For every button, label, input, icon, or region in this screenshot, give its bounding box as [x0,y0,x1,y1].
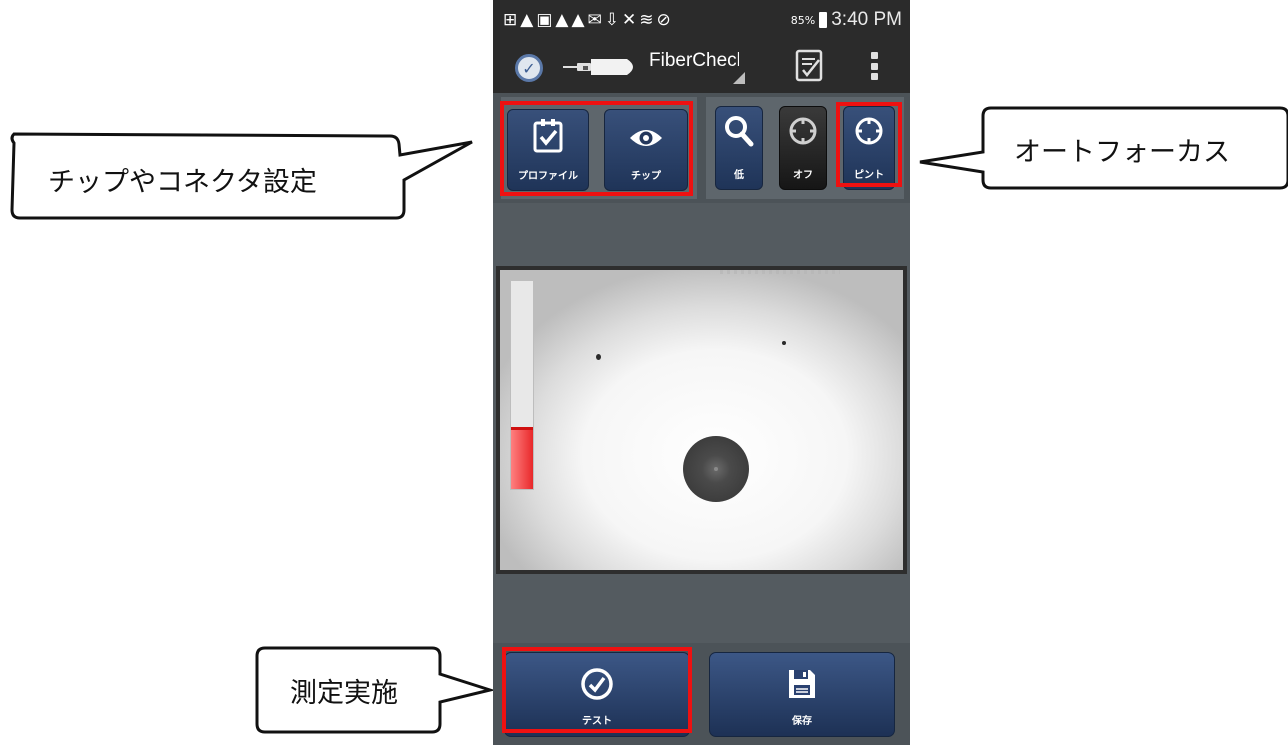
eye-icon [630,130,662,146]
fiber-core-center [714,467,718,471]
test-button[interactable]: テスト [504,652,690,737]
tip-button-label: チップ [631,171,661,182]
focus-button-label: ピント [854,170,884,181]
zoom-button-label: 低 [734,170,744,181]
dropdown-triangle-icon [733,72,745,84]
tip-button[interactable]: チップ [604,109,688,191]
status-bar: ⊞ ▲ ▣ ▲ ▲ ✉ ⇩ ✕ ≋ ⊘ 85% 3:40 PM [493,0,910,40]
app-title-dropdown[interactable]: FiberCheck [649,48,739,90]
scratch-mark [720,270,840,274]
test-button-label: テスト [582,716,612,727]
report-edit-icon[interactable] [795,48,825,82]
mute-icon: ✕ [622,10,637,30]
add-box-icon: ⊞ [503,10,518,30]
contamination-spot [782,341,786,345]
download-icon: ⇩ [604,10,620,30]
callout-chip-settings-text: チップやコネクタ設定 [48,167,317,198]
callout-run-test-text: 測定実施 [290,678,398,709]
auto-center-label: オフ [793,170,813,181]
mail-icon: ✉ [587,10,602,30]
magnifier-icon [725,116,754,147]
fiber-end-face-image [500,270,903,570]
auto-center-off-button[interactable]: オフ [779,106,827,190]
app-logo-check-icon[interactable]: ✓ [515,54,543,82]
status-icons: ⊞ ▲ ▣ ▲ ▲ ✉ ⇩ ✕ ≋ ⊘ [503,10,671,30]
warning-icon: ▲ [555,10,569,30]
probe-icon[interactable] [563,56,639,78]
blocked-icon: ⊘ [656,10,671,30]
warning-icon: ▲ [520,10,534,30]
zoom-low-button[interactable]: 低 [715,106,763,190]
profile-clipboard-icon [533,119,563,153]
warning-icon: ▲ [571,10,585,30]
focus-level-fill [511,426,533,489]
battery-percent: 85% [790,13,816,27]
save-button[interactable]: 保存 [709,652,895,737]
focus-crosshair-icon [855,117,883,145]
contamination-spot [596,354,601,360]
focus-level-meter [510,280,534,490]
crosshair-icon [789,117,817,145]
wifi-icon: ≋ [639,10,654,30]
focus-button[interactable]: ピント [843,106,895,190]
check-circle-icon [581,668,613,700]
save-button-label: 保存 [792,716,812,727]
clock: 3:40 PM [831,9,902,30]
fiber-view-frame [496,266,907,574]
profile-button-label: プロファイル [518,171,578,182]
app-bar: ✓ FiberCheck [493,40,910,93]
overflow-menu-icon[interactable] [871,52,879,80]
phone-screen: ⊞ ▲ ▣ ▲ ▲ ✉ ⇩ ✕ ≋ ⊘ 85% 3:40 PM ✓ FiberC… [493,0,910,745]
no-sim-icon: ▣ [536,10,553,30]
profile-button[interactable]: プロファイル [507,109,589,191]
save-disk-icon [789,670,815,698]
callout-autofocus-text: オートフォーカス [1014,137,1230,168]
battery-icon [819,12,828,28]
